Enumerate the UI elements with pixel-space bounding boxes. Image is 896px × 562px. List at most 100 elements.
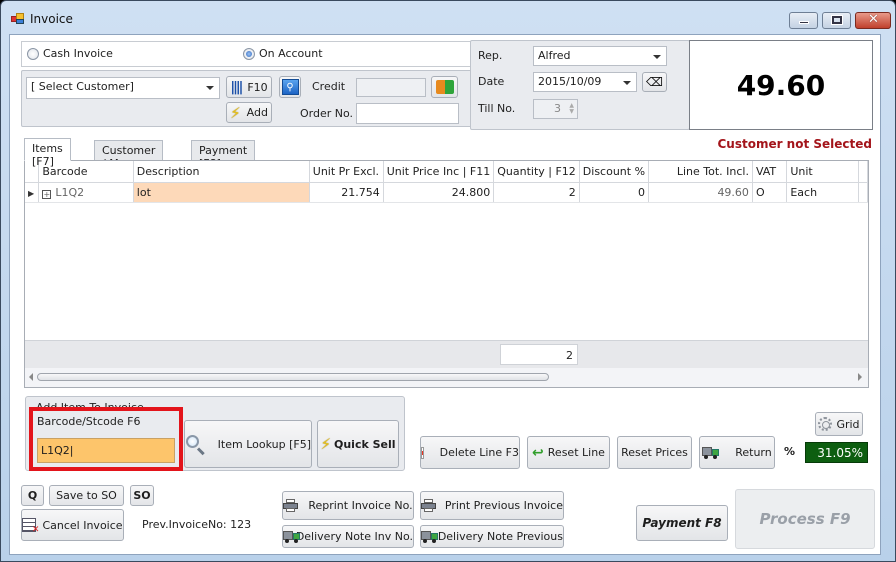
delete-line-button[interactable]: Delete Line F3 [420, 436, 520, 469]
reprint-invoice-button[interactable]: Reprint Invoice No. [282, 491, 414, 520]
on-account-label: On Account [259, 47, 323, 60]
cancel-invoice-button[interactable]: Cancel Invoice [21, 509, 124, 541]
column-header-unit-price-inc[interactable]: Unit Price Inc | F11 [383, 161, 495, 183]
invoice-type-group: Cash Invoice On Account [21, 41, 474, 67]
chevron-down-icon [653, 55, 661, 59]
quick-sell-button[interactable]: ⚡ Quick Sell [317, 420, 399, 468]
reset-line-label: Reset Line [547, 446, 605, 459]
barcode-focus-highlight: Barcode/Stcode F6 L1Q2| [29, 407, 183, 471]
return-label: Return [735, 446, 772, 459]
reset-line-button[interactable]: ↩ Reset Line [527, 436, 610, 469]
maximize-button[interactable] [822, 12, 851, 29]
column-header-filler [858, 161, 868, 183]
truck-icon [421, 530, 438, 543]
save-to-so-label: Save to SO [56, 489, 117, 502]
print-previous-label: Print Previous Invoice [444, 499, 563, 512]
cell-filler [858, 182, 868, 203]
quick-sell-label: Quick Sell [334, 437, 396, 451]
customer-select[interactable]: [ Select Customer] [26, 77, 220, 99]
print-previous-invoice-button[interactable]: Print Previous Invoice [420, 491, 564, 520]
scroll-left-icon[interactable] [29, 373, 33, 381]
payment-label: Payment F8 [642, 516, 722, 530]
expand-icon[interactable]: + [42, 189, 52, 199]
tab-customer-more[interactable]: Customer / More [94, 140, 164, 170]
minimize-button[interactable] [789, 12, 818, 29]
delete-icon [421, 446, 424, 459]
truck-icon [702, 446, 720, 459]
cell-vat[interactable]: O [752, 182, 788, 203]
swap-icon [435, 80, 454, 94]
rep-select[interactable]: Alfred [533, 46, 667, 66]
on-account-radio[interactable]: On Account [243, 47, 323, 60]
column-header-quantity[interactable]: Quantity | F12 [493, 161, 580, 183]
cell-unit-pr-excl[interactable]: 21.754 [309, 182, 384, 203]
grid-footer: 2 [25, 340, 868, 368]
barcode-customer-button[interactable]: |||| F10 [226, 76, 272, 98]
rep-label: Rep. [478, 49, 503, 62]
reset-prices-label: Reset Prices [621, 446, 688, 459]
truck-icon [283, 530, 300, 543]
client-area: Cash Invoice On Account [ Select Custome… [9, 34, 881, 555]
add-button-label: Add [246, 106, 268, 119]
item-lookup-button[interactable]: Item Lookup [F5] [184, 420, 312, 468]
cell-unit[interactable]: Each [786, 182, 860, 203]
delivery-note-prev-label: Delivery Note Previous [437, 530, 563, 543]
customer-panel: [ Select Customer] |||| F10 ⚲ Credit ⚡ A… [21, 70, 474, 127]
close-button[interactable]: ✕ [855, 12, 891, 29]
column-header-vat[interactable]: VAT [752, 161, 788, 183]
swap-button[interactable] [431, 76, 458, 98]
cash-invoice-radio[interactable]: Cash Invoice [27, 47, 113, 60]
tab-items[interactable]: Items [F7] [24, 138, 71, 168]
column-header-unit[interactable]: Unit [786, 161, 860, 183]
reprint-invoice-label: Reprint Invoice No. [308, 499, 413, 512]
chevron-down-icon [623, 81, 631, 85]
order-no-input[interactable] [356, 103, 459, 124]
so-label: SO [133, 489, 151, 502]
save-to-so-button[interactable]: Save to SO [49, 485, 124, 506]
payment-button[interactable]: Payment F8 [636, 505, 728, 541]
prev-invoice-no: Prev.InvoiceNo: 123 [142, 518, 252, 531]
column-header-discount[interactable]: Discount % [579, 161, 650, 183]
q-label: Q [27, 489, 38, 502]
minimize-icon [799, 21, 809, 24]
delivery-note-inv-button[interactable]: Delivery Note Inv No. [282, 525, 414, 548]
add-customer-button[interactable]: ⚡ Add [226, 102, 272, 123]
items-grid: Barcode Description Unit Pr Excl. Unit P… [24, 160, 869, 388]
cell-barcode[interactable]: + L1Q2 [38, 182, 134, 203]
backspace-icon: ⌫ [646, 75, 663, 89]
barcode-input-value: L1Q2 [41, 444, 70, 457]
invoice-total: 49.60 [689, 40, 873, 130]
column-header-unit-pr-excl[interactable]: Unit Pr Excl. [309, 161, 384, 183]
customer-search-button[interactable]: ⚲ [279, 76, 301, 98]
details-panel: Rep. Alfred Date 2015/10/09 ⌫ Till No. 3… [470, 40, 690, 130]
column-header-line-total[interactable]: Line Tot. Incl. [648, 161, 753, 183]
table-row[interactable]: ▶ + L1Q2 lot 21.754 24.800 2 0 49.60 O Ea… [25, 182, 868, 203]
tab-payment[interactable]: Payment [F8] [191, 140, 256, 170]
search-icon: ⚲ [281, 79, 299, 95]
cancel-table-icon [22, 518, 39, 535]
cell-description[interactable]: lot [133, 182, 310, 203]
q-button[interactable]: Q [21, 485, 44, 506]
date-picker[interactable]: 2015/10/09 [533, 72, 637, 92]
delivery-note-previous-button[interactable]: Delivery Note Previous [420, 525, 564, 548]
column-header-description[interactable]: Description [133, 161, 310, 183]
horizontal-scrollbar[interactable] [25, 368, 868, 387]
barcode-input[interactable]: L1Q2| [37, 438, 175, 463]
so-button[interactable]: SO [130, 485, 154, 506]
scroll-right-icon[interactable] [858, 373, 862, 381]
magnifier-icon [185, 434, 205, 456]
return-button[interactable]: Return [699, 436, 775, 469]
scroll-thumb[interactable] [37, 373, 549, 381]
title-bar: Invoice ✕ [1, 1, 895, 35]
delete-line-label: Delete Line F3 [439, 446, 519, 459]
cell-quantity[interactable]: 2 [493, 182, 580, 203]
cell-unit-price-inc[interactable]: 24.800 [383, 182, 495, 203]
item-lookup-label: Item Lookup [F5] [217, 437, 311, 451]
grid-settings-button[interactable]: Grid [815, 412, 863, 436]
process-button[interactable]: Process F9 [735, 489, 875, 549]
grid-label: Grid [836, 417, 860, 431]
clear-date-button[interactable]: ⌫ [642, 72, 667, 92]
reset-prices-button[interactable]: Reset Prices [617, 436, 692, 469]
margin-percent: 31.05% [805, 442, 868, 463]
cell-discount[interactable]: 0 [579, 182, 650, 203]
